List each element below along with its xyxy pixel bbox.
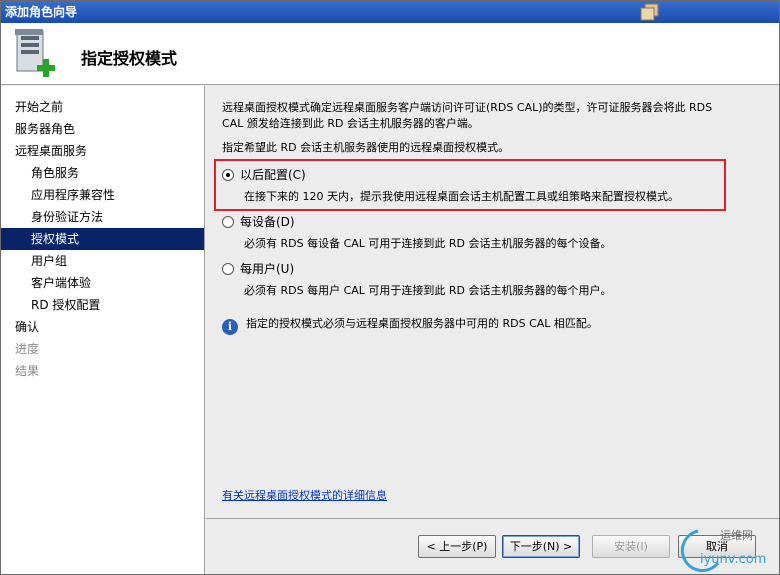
option-per-device[interactable]: 每设备(D) 必须有 RDS 每设备 CAL 可用于连接到此 RD 会话主机服务… bbox=[222, 213, 612, 251]
info-icon: i bbox=[222, 319, 238, 335]
back-button[interactable]: < 上一步(P) bbox=[418, 535, 496, 558]
nav-item-authentication-method[interactable]: 身份验证方法 bbox=[1, 206, 204, 228]
description: 远程桌面授权模式确定远程桌面服务客户端访问许可证(RDS CAL)的类型，许可证… bbox=[222, 100, 763, 132]
info-note: i 指定的授权模式必须与远程桌面授权服务器中可用的 RDS CAL 相匹配。 bbox=[222, 315, 598, 335]
wizard-window: 添加角色向导 指定授权模式 开始之前 服务器角色 远程桌面服务 角色服务 应用程… bbox=[0, 0, 780, 575]
radio-per-user[interactable] bbox=[222, 263, 234, 275]
nav-item-client-experience[interactable]: 客户端体验 bbox=[1, 272, 204, 294]
nav-item-results: 结果 bbox=[15, 364, 40, 378]
nav-item-server-roles[interactable]: 服务器角色 bbox=[1, 118, 204, 140]
option-per-device-desc: 必须有 RDS 每设备 CAL 可用于连接到此 RD 会话主机服务器的每个设备。 bbox=[244, 237, 612, 250]
wizard-header: 指定授权模式 bbox=[1, 23, 779, 85]
watermark-text-bottom: iyunv.com bbox=[700, 552, 766, 567]
install-button: 安装(I) bbox=[592, 535, 670, 558]
nav-item-rd-licensing-config[interactable]: RD 授权配置 bbox=[1, 294, 204, 316]
page-title: 指定授权模式 bbox=[81, 49, 178, 68]
nav-item-app-compatibility[interactable]: 应用程序兼容性 bbox=[1, 184, 204, 206]
nav-item-role-services[interactable]: 角色服务 bbox=[1, 162, 204, 184]
nav-item-before-you-begin[interactable]: 开始之前 bbox=[1, 96, 204, 118]
wizard-footer: < 上一步(P) 下一步(N) > 安装(I) 取消 运维网 iyunv.com bbox=[206, 518, 779, 574]
watermark-text-top: 运维网 bbox=[720, 529, 753, 542]
option-per-user[interactable]: 每用户(U) 必须有 RDS 每用户 CAL 可用于连接到此 RD 会话主机服务… bbox=[222, 260, 612, 298]
option-configure-later-desc: 在接下来的 120 天内，提示我使用远程桌面会话主机配置工具或组策略来配置授权模… bbox=[244, 190, 679, 203]
nav-item-confirmation[interactable]: 确认 bbox=[1, 316, 204, 338]
server-add-icon bbox=[15, 29, 55, 77]
nav-item-licensing-mode[interactable]: 授权模式 bbox=[1, 228, 204, 250]
window-restore-icon bbox=[640, 3, 659, 21]
watermark-logo: 运维网 iyunv.com bbox=[680, 529, 766, 573]
option-per-user-label[interactable]: 每用户(U) bbox=[240, 262, 294, 276]
description-line-2: CAL 颁发给连接到此 RD 会话主机服务器的客户端。 bbox=[222, 117, 479, 130]
option-configure-later[interactable]: 以后配置(C) 在接下来的 120 天内，提示我使用远程桌面会话主机配置工具或组… bbox=[222, 166, 679, 204]
option-configure-later-label[interactable]: 以后配置(C) bbox=[240, 168, 306, 182]
nav-item-remote-desktop-services[interactable]: 远程桌面服务 bbox=[1, 140, 204, 162]
window-title: 添加角色向导 bbox=[5, 5, 78, 19]
title-bar[interactable]: 添加角色向导 bbox=[1, 1, 779, 23]
nav-item-progress: 进度 bbox=[15, 342, 40, 356]
wizard-nav: 开始之前 服务器角色 远程桌面服务 角色服务 应用程序兼容性 身份验证方法 授权… bbox=[1, 86, 205, 574]
licensing-prompt: 指定希望此 RD 会话主机服务器使用的远程桌面授权模式。 bbox=[222, 141, 510, 154]
more-info-link[interactable]: 有关远程桌面授权模式的详细信息 bbox=[222, 487, 387, 503]
radio-configure-later[interactable] bbox=[222, 169, 234, 181]
option-per-user-desc: 必须有 RDS 每用户 CAL 可用于连接到此 RD 会话主机服务器的每个用户。 bbox=[244, 284, 612, 297]
info-text: 指定的授权模式必须与远程桌面授权服务器中可用的 RDS CAL 相匹配。 bbox=[246, 317, 598, 330]
nav-item-user-groups[interactable]: 用户组 bbox=[1, 250, 204, 272]
radio-per-device[interactable] bbox=[222, 216, 234, 228]
content-pane: 远程桌面授权模式确定远程桌面服务客户端访问许可证(RDS CAL)的类型，许可证… bbox=[206, 86, 779, 518]
description-line-1: 远程桌面授权模式确定远程桌面服务客户端访问许可证(RDS CAL)的类型，许可证… bbox=[222, 101, 713, 114]
next-button[interactable]: 下一步(N) > bbox=[502, 535, 580, 558]
option-per-device-label[interactable]: 每设备(D) bbox=[240, 215, 295, 229]
